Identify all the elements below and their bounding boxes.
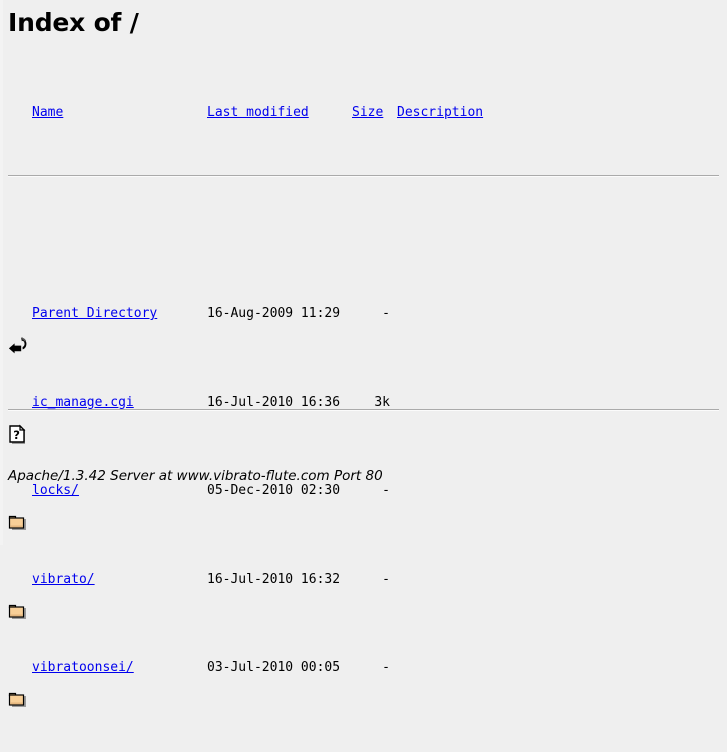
file-rows: Parent Directory 16-Aug-2009 11:29 - ? i… xyxy=(8,238,719,707)
entry-size: - xyxy=(382,571,390,587)
entry-last-modified: 16-Jul-2010 16:36 xyxy=(207,394,341,410)
entry-last-modified: 16-Aug-2009 11:29 xyxy=(207,306,341,321)
entry-size: - xyxy=(382,660,390,675)
unknown-file-icon: ? xyxy=(8,392,28,444)
entry-last-modified: 05-Dec-2010 02:30 xyxy=(207,483,341,498)
column-header-row: Name Last modified Size Description xyxy=(8,105,719,123)
entry-link[interactable]: vibratoonsei/ xyxy=(32,660,134,676)
folder-icon xyxy=(8,657,28,707)
folder-icon xyxy=(8,480,28,530)
column-header-description[interactable]: Description xyxy=(397,105,483,121)
column-header-name[interactable]: Name xyxy=(32,105,63,121)
entry-size: - xyxy=(382,483,390,498)
entry-last-modified: 03-Jul-2010 00:05 xyxy=(207,660,341,675)
table-row: Parent Directory 16-Aug-2009 11:29 - xyxy=(8,302,719,354)
page-title: Index of / xyxy=(8,8,139,37)
entry-size: 3k xyxy=(374,394,390,410)
table-row: vibratoonsei/ 03-Jul-2010 00:05 - xyxy=(8,656,719,707)
entry-size: - xyxy=(382,306,390,321)
folder-icon xyxy=(8,569,28,619)
entry-link[interactable]: ic_manage.cgi xyxy=(32,395,134,411)
entry-link[interactable]: Parent Directory xyxy=(32,306,157,322)
directory-listing: Name Last modified Size Description Pare… xyxy=(8,57,719,707)
table-row: ? ic_manage.cgi 16-Jul-2010 16:36 3k xyxy=(8,391,719,444)
column-header-size[interactable]: Size xyxy=(352,105,383,121)
entry-link[interactable]: locks/ xyxy=(32,483,79,499)
svg-text:?: ? xyxy=(13,428,20,442)
directory-index-page: Index of / Name Last modified Size Descr… xyxy=(0,0,727,707)
column-header-last-modified[interactable]: Last modified xyxy=(207,105,309,121)
entry-last-modified: 16-Jul-2010 16:32 xyxy=(207,571,341,587)
entry-link[interactable]: vibrato/ xyxy=(32,572,95,588)
table-row: locks/ 05-Dec-2010 02:30 - xyxy=(8,479,719,530)
header-divider xyxy=(8,175,719,177)
table-row: vibrato/ 16-Jul-2010 16:32 - xyxy=(8,568,719,619)
back-arrow-icon xyxy=(8,303,28,354)
